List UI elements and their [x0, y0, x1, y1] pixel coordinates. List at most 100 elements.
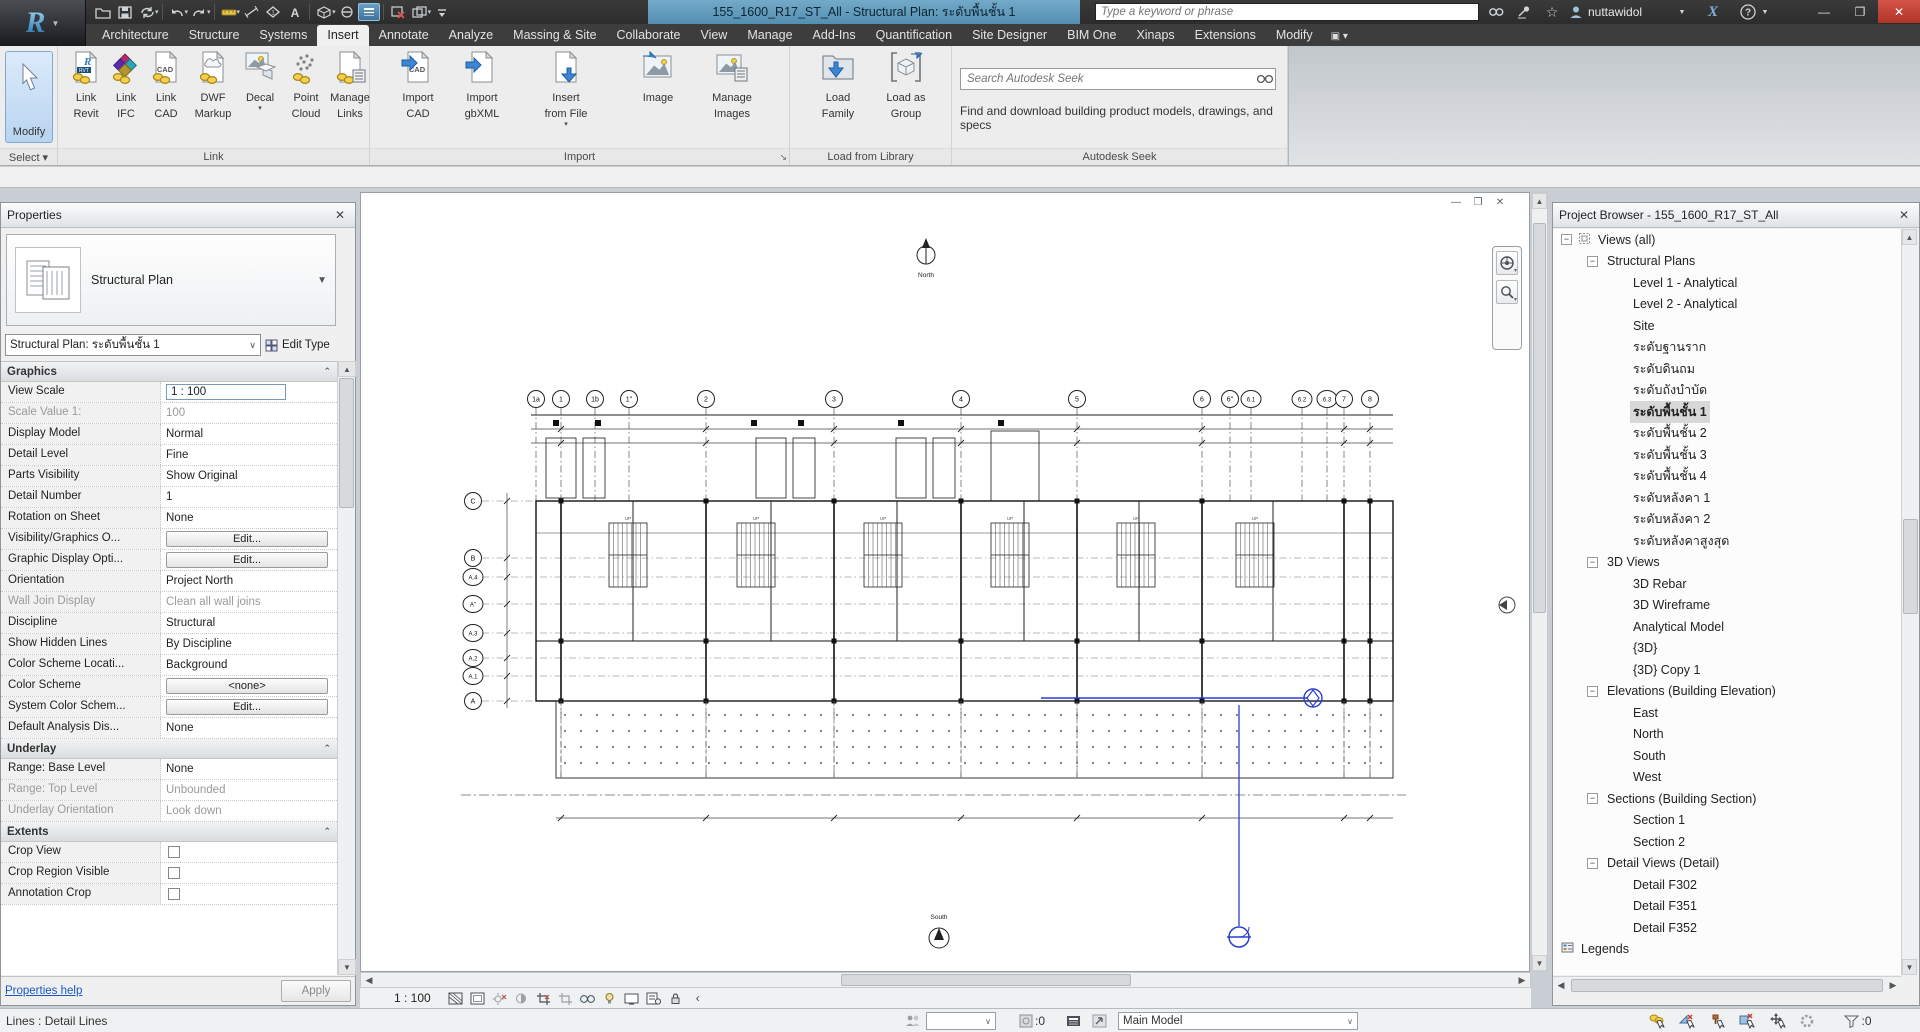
aligned-dimension-icon[interactable] [240, 3, 262, 21]
select-links-icon[interactable] [1644, 1012, 1670, 1030]
tab-annotate[interactable]: Annotate [369, 25, 439, 46]
panel-label-select[interactable]: Select ▾ [0, 148, 57, 165]
browser-vertical-scrollbar[interactable]: ▲ ▼ [1901, 229, 1919, 975]
dwf-markupbutton[interactable]: DWFMarkup [189, 50, 237, 121]
visual-style-icon[interactable] [467, 990, 489, 1007]
drag-elements-on-selection-icon[interactable] [1764, 1012, 1790, 1030]
seek-search-input[interactable] [961, 73, 1255, 85]
customize-qat-icon[interactable] [431, 3, 453, 21]
structural-plan-drawing[interactable]: North1a11b1"234566"6.16.26.378CBA.4A"A.3… [361, 193, 1529, 971]
property-group-underlay[interactable]: Underlay⌃ [1, 739, 337, 759]
active-design-option-dropdown[interactable]: Main Model∨ [1118, 1012, 1358, 1030]
tab-quantification[interactable]: Quantification [866, 25, 962, 46]
property-value[interactable]: None [161, 508, 337, 528]
tree-item-ระดับพื้นชั้น-1[interactable]: ระดับพื้นชั้น 1 [1553, 401, 1901, 423]
browser-horizontal-scrollbar[interactable]: ◀▶ [1553, 976, 1901, 993]
import-cadbutton[interactable]: CADImportCAD [394, 50, 442, 121]
properties-title-bar[interactable]: Properties ✕ [1, 203, 355, 228]
tab-extensions[interactable]: Extensions [1185, 25, 1266, 46]
project-browser-title-bar[interactable]: Project Browser - 155_1600_R17_ST_All ✕ [1553, 203, 1919, 228]
ribbon-display-toggle-icon[interactable]: ▣ ▾ [1323, 28, 1356, 46]
text-icon[interactable]: A [284, 3, 306, 21]
help-icon[interactable]: ? [1736, 2, 1760, 22]
link-cadbutton[interactable]: CADLinkCAD [146, 50, 186, 121]
exchange-apps-icon[interactable]: X [1700, 2, 1726, 22]
favorites-icon[interactable]: ☆ [1540, 2, 1564, 22]
worksets-icon[interactable] [903, 1012, 923, 1030]
property-value[interactable]: 1 [161, 487, 337, 507]
autodesk-seek-searchbox[interactable] [960, 68, 1276, 90]
property-value[interactable]: By Discipline [161, 634, 337, 654]
property-group-extents[interactable]: Extents⌃ [1, 822, 337, 842]
canvas-vertical-scrollbar[interactable]: ▲ ▼ [1531, 192, 1548, 972]
canvas-horizontal-scrollbar[interactable]: ◀ ▶ [360, 972, 1531, 988]
tree-item-sections-building-section-[interactable]: −Sections (Building Section) [1553, 788, 1901, 810]
link-revitbutton[interactable]: RRVTLinkRevit [65, 50, 107, 121]
tree-item-level-1-analytical[interactable]: Level 1 - Analytical [1553, 272, 1901, 294]
design-options-icon[interactable]: :0 [1010, 1012, 1054, 1030]
tag-icon[interactable]: 1 [262, 3, 284, 21]
instance-selector[interactable]: Structural Plan: ระดับพื้นชั้น 1∨ [5, 334, 261, 356]
tree-item-site[interactable]: Site [1553, 315, 1901, 337]
application-menu-button[interactable]: R▼ [0, 0, 86, 46]
signed-in-user[interactable]: nuttawidol [1588, 2, 1674, 22]
close-button[interactable]: ✕ [1878, 0, 1920, 23]
property-value[interactable]: Normal [161, 424, 337, 444]
tab-insert[interactable]: Insert [317, 25, 368, 46]
tab-architecture[interactable]: Architecture [92, 25, 179, 46]
select-underlay-elements-icon[interactable] [1674, 1012, 1700, 1030]
thin-lines-icon[interactable] [358, 3, 380, 21]
drawing-area[interactable]: North1a11b1"234566"6.16.26.378CBA.4A"A.3… [360, 192, 1530, 972]
property-edit-button[interactable]: <none> [166, 678, 328, 694]
tree-expander-icon[interactable]: − [1587, 858, 1598, 869]
tab-xinaps[interactable]: Xinaps [1126, 25, 1184, 46]
tree-item-ระดับพื้นชั้น-4[interactable]: ระดับพื้นชั้น 4 [1553, 466, 1901, 488]
tab-modify[interactable]: Modify [1266, 25, 1323, 46]
property-value[interactable]: None [161, 718, 337, 738]
press-drag-toggle-icon[interactable] [1794, 1012, 1820, 1030]
tree-expander-icon[interactable]: − [1587, 557, 1598, 568]
tree-item-detail-views-detail-[interactable]: −Detail Views (Detail) [1553, 853, 1901, 875]
tree-item-section-1[interactable]: Section 1 [1553, 810, 1901, 832]
tab-add-ins[interactable]: Add-Ins [803, 25, 866, 46]
sun-path-icon[interactable] [489, 990, 511, 1007]
property-group-graphics[interactable]: Graphics⌃ [1, 362, 337, 382]
restore-button[interactable]: ❐ [1842, 0, 1878, 23]
browser-vscroll-thumb[interactable] [1903, 519, 1918, 614]
property-value[interactable]: Unbounded [161, 780, 337, 800]
tree-item-ระดับพื้นชั้น-2[interactable]: ระดับพื้นชั้น 2 [1553, 423, 1901, 445]
seek-binoculars-icon[interactable] [1255, 72, 1275, 86]
reveal-hidden-elements-icon[interactable] [599, 990, 621, 1007]
tab-view[interactable]: View [690, 25, 737, 46]
properties-help-link[interactable]: Properties help [5, 985, 82, 997]
property-edit-button[interactable]: Edit... [166, 552, 328, 568]
properties-scroll-thumb[interactable] [339, 378, 354, 508]
property-checkbox[interactable] [168, 846, 180, 858]
tree-item-west[interactable]: West [1553, 767, 1901, 789]
infocenter-search[interactable] [1095, 3, 1479, 21]
property-value[interactable]: Project North [161, 571, 337, 591]
group-collapse-icon[interactable]: ⌃ [323, 743, 331, 754]
property-checkbox[interactable] [168, 888, 180, 900]
sign-in-icon[interactable] [1566, 2, 1586, 22]
tree-item-section-2[interactable]: Section 2 [1553, 831, 1901, 853]
property-value[interactable]: None [161, 759, 337, 779]
viewbar-collapse-icon[interactable]: ‹ [687, 990, 709, 1007]
property-value[interactable]: Look down [161, 801, 337, 821]
edit-type-button[interactable]: Edit Type [265, 334, 351, 356]
tree-item-level-2-analytical[interactable]: Level 2 - Analytical [1553, 294, 1901, 316]
tab-site-designer[interactable]: Site Designer [962, 25, 1057, 46]
group-collapse-icon[interactable]: ⌃ [323, 826, 331, 837]
open-icon[interactable] [92, 3, 114, 21]
zoom-button[interactable]: ▾ [1496, 280, 1518, 304]
view-scale-button[interactable]: 1 : 100 [394, 991, 431, 1005]
tree-item-detail-f352[interactable]: Detail F352 [1553, 917, 1901, 939]
panel-label-import[interactable]: Import↘ [370, 148, 789, 165]
load-familybutton[interactable]: LoadFamily [814, 50, 862, 121]
communication-center-icon[interactable] [1512, 2, 1536, 22]
project-browser-close-icon[interactable]: ✕ [1895, 208, 1913, 222]
tab-collaborate[interactable]: Collaborate [607, 25, 691, 46]
tab-bim-one[interactable]: BIM One [1057, 25, 1126, 46]
show-crop-region-icon[interactable] [555, 990, 577, 1007]
property-edit-button[interactable]: Edit... [166, 531, 328, 547]
